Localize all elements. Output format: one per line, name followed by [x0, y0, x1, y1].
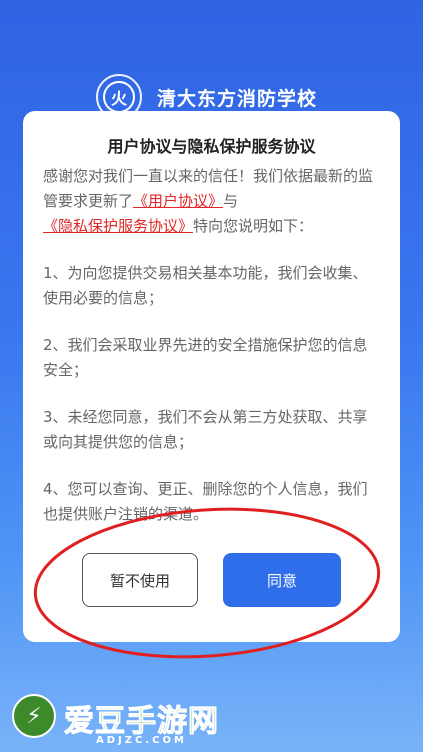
and-text: 与 [223, 192, 239, 210]
agreement-item-3: 3、未经您同意，我们不会从第三方处获取、共享或向其提供您的信息； [43, 408, 368, 451]
intro-suffix: 特向您说明如下： [193, 217, 314, 235]
agreement-dialog: 用户协议与隐私保护服务协议 感谢您对我们一直以来的信任！我们依据最新的监管要求更… [23, 111, 400, 642]
watermark-sub: ADJZC.COM [96, 735, 187, 746]
dialog-title: 用户协议与隐私保护服务协议 [107, 137, 316, 156]
school-name: 清大东方消防学校 [157, 88, 318, 110]
privacy-agreement-link[interactable]: 《隐私保护服务协议》 [43, 217, 193, 235]
lightning-icon: ⚡ [12, 694, 56, 738]
intro-paragraph: 感谢您对我们一直以来的信任！我们依据最新的监管要求更新了《用户协议》与《隐私保护… [43, 164, 381, 239]
user-agreement-link[interactable]: 《用户协议》 [133, 192, 223, 210]
watermark: ⚡ 爱豆手游网 ADJZC.COM [0, 690, 423, 752]
agree-button[interactable]: 同意 [223, 553, 341, 607]
watermark-text: 爱豆手游网 [64, 704, 219, 740]
fire-icon: 火 [103, 81, 135, 113]
agreement-item-4: 4、您可以查询、更正、删除您的个人信息，我们也提供账户注销的渠道。 [43, 480, 368, 523]
decline-button[interactable]: 暂不使用 [82, 553, 198, 607]
dialog-content: 感谢您对我们一直以来的信任！我们依据最新的监管要求更新了《用户协议》与《隐私保护… [43, 164, 381, 549]
agreement-item-2: 2、我们会采取业界先进的安全措施保护您的信息安全； [43, 336, 368, 379]
agreement-item-1: 1、为向您提供交易相关基本功能，我们会收集、使用必要的信息； [43, 264, 368, 307]
